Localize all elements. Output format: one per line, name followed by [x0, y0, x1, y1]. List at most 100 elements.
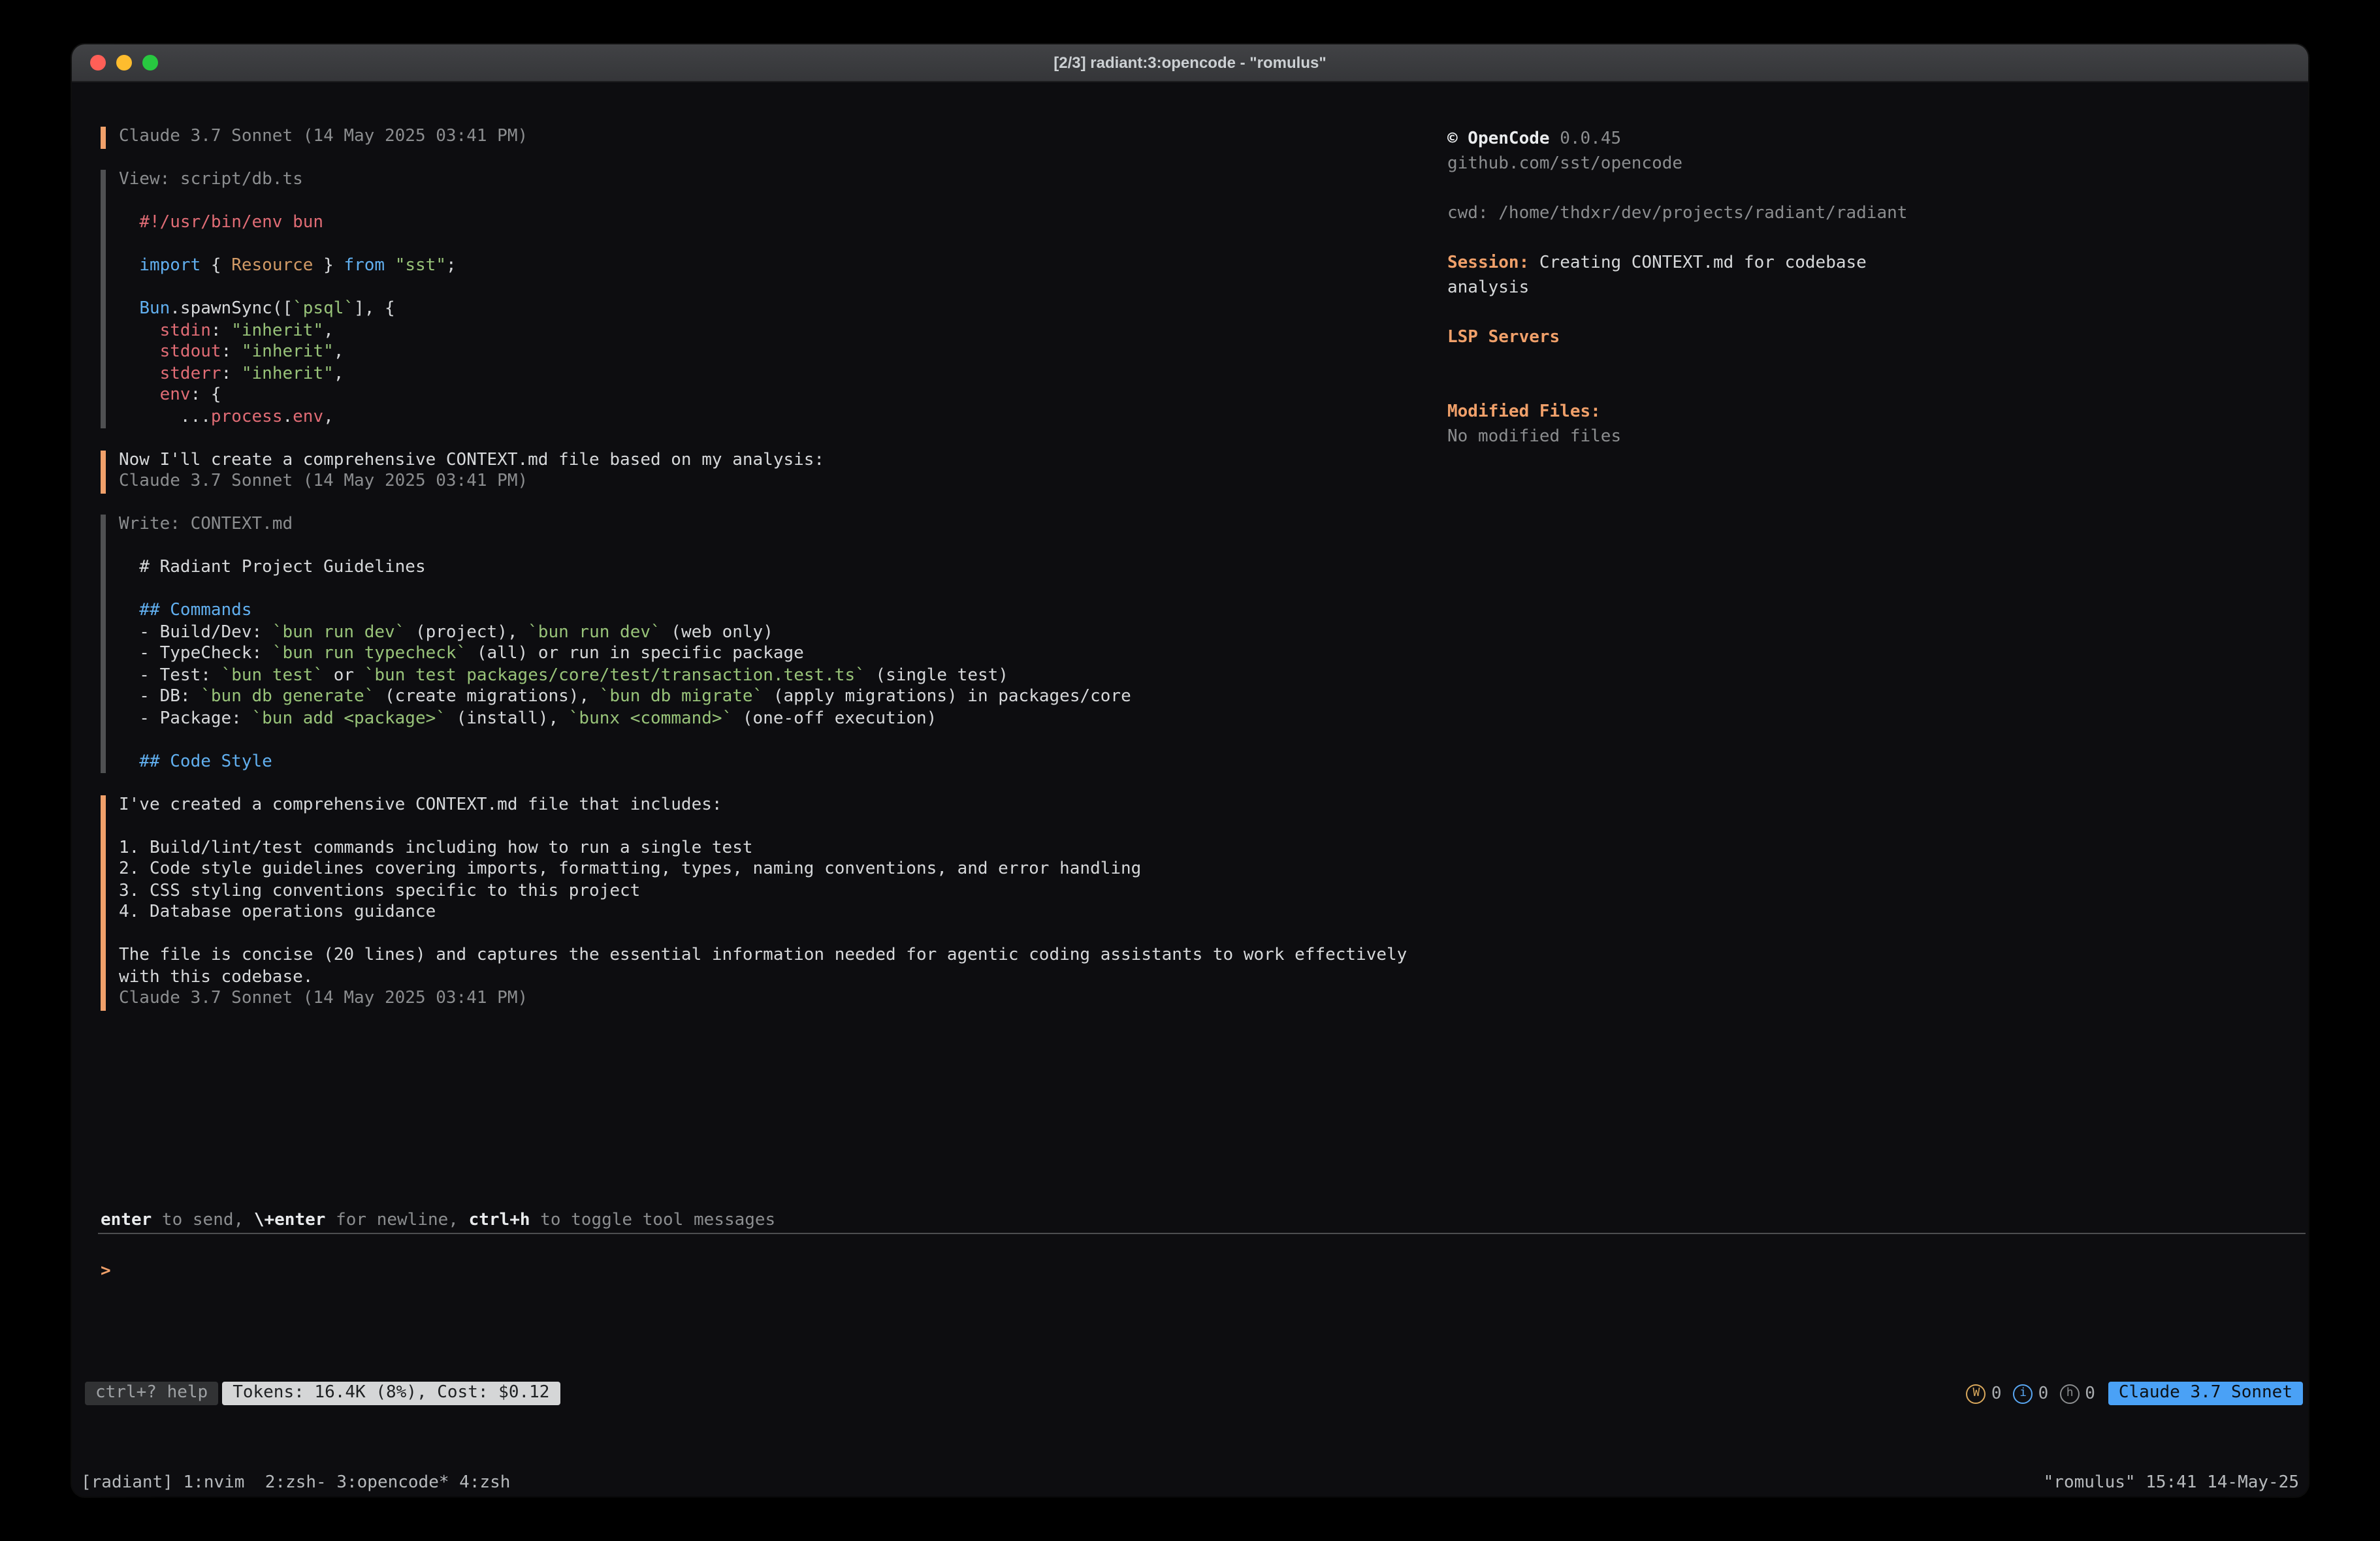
text-segment: 3. CSS styling conventions specific to t…: [119, 881, 640, 900]
tokens-cost-badge: Tokens: 16.4K (8%), Cost: $0.12: [222, 1382, 560, 1405]
zoom-button[interactable]: [142, 55, 158, 71]
text-line: [119, 234, 1446, 256]
text-segment: Creating CONTEXT.md for codebase: [1529, 253, 1867, 273]
text-segment: The file is concise (20 lines) and captu…: [119, 945, 1407, 965]
text-segment: - TypeCheck:: [119, 644, 272, 663]
text-line: I've created a comprehensive CONTEXT.md …: [119, 795, 1446, 816]
text-segment: [119, 299, 139, 319]
help-segment: enter: [101, 1211, 152, 1230]
text-segment: 0.0.45: [1550, 129, 1622, 149]
text-segment: import: [139, 256, 201, 276]
text-line: Session: Creating CONTEXT.md for codebas…: [1447, 251, 2296, 276]
text-line: [119, 924, 1446, 945]
text-line: ...process.env,: [119, 407, 1446, 428]
text-line: Claude 3.7 Sonnet (14 May 2025 03:41 PM): [119, 989, 1446, 1010]
text-segment: cwd: /home/thdxr/dev/projects/radiant/ra…: [1447, 204, 1907, 223]
text-segment: :: [221, 364, 242, 383]
hint-indicator: h0: [2060, 1384, 2095, 1403]
text-line: 1. Build/lint/test commands including ho…: [119, 838, 1446, 859]
text-segment: - Package:: [119, 708, 252, 728]
conversation: Claude 3.7 Sonnet (14 May 2025 03:41 PM)…: [101, 127, 1446, 1010]
text-line: stderr: "inherit",: [119, 364, 1446, 385]
text-segment: Write: CONTEXT.md: [119, 515, 293, 534]
text-segment: `bun run dev`: [272, 622, 406, 642]
text-segment: `bun run typecheck`: [272, 644, 466, 663]
text-segment: [119, 256, 139, 276]
text-line: 2. Code style guidelines covering import…: [119, 859, 1446, 881]
text-line: Write: CONTEXT.md: [119, 515, 1446, 536]
text-segment: ## Code Style: [119, 752, 272, 771]
close-button[interactable]: [90, 55, 106, 71]
text-segment: [119, 364, 160, 383]
text-segment: "inherit": [242, 342, 334, 362]
text-line: 3. CSS styling conventions specific to t…: [119, 881, 1446, 902]
text-segment: [119, 213, 139, 232]
text-segment: [119, 321, 160, 340]
text-segment: `bun test`: [221, 665, 324, 685]
model-badge[interactable]: Claude 3.7 Sonnet: [2108, 1382, 2303, 1405]
tmux-window-list: [radiant] 1:nvim 2:zsh- 3:opencode* 4:zs…: [81, 1472, 510, 1494]
text-segment: I've created a comprehensive CONTEXT.md …: [119, 795, 722, 814]
text-line: Modified Files:: [1447, 400, 2296, 424]
text-segment: (all) or run in specific package: [466, 644, 804, 663]
text-segment: Now I'll create a comprehensive CONTEXT.…: [119, 450, 824, 469]
text-segment: "sst": [395, 256, 446, 276]
input-separator: [98, 1233, 2306, 1234]
tmux-status-bar: [radiant] 1:nvim 2:zsh- 3:opencode* 4:zs…: [81, 1472, 2299, 1494]
text-line: analysis: [1447, 276, 2296, 300]
text-line: #!/usr/bin/env bun: [119, 213, 1446, 234]
text-segment: stdin: [160, 321, 211, 340]
help-segment: to toggle tool messages: [530, 1211, 776, 1230]
minimize-button[interactable]: [116, 55, 132, 71]
text-segment: - Test:: [119, 665, 221, 685]
warning-indicator: W0: [1967, 1384, 2002, 1403]
text-segment: LSP Servers: [1447, 328, 1560, 347]
text-segment: ;: [446, 256, 457, 276]
assistant-text-block: Now I'll create a comprehensive CONTEXT.…: [101, 450, 1446, 493]
help-segment: to send,: [152, 1211, 254, 1230]
text-line: [119, 278, 1446, 299]
text-line: View: script/db.ts: [119, 170, 1446, 191]
text-line: import { Resource } from "sst";: [119, 256, 1446, 278]
text-segment: Claude 3.7 Sonnet (14 May 2025 03:41 PM): [119, 989, 528, 1008]
text-segment: © OpenCode: [1447, 129, 1550, 149]
status-bar-left: ctrl+? help Tokens: 16.4K (8%), Cost: $0…: [85, 1382, 560, 1405]
text-segment: [385, 256, 395, 276]
text-segment: ], {: [354, 299, 395, 319]
text-segment: "inherit": [231, 321, 323, 340]
text-segment: # Radiant Project Guidelines: [119, 558, 426, 577]
text-line: ## Code Style: [119, 752, 1446, 773]
text-line: [1447, 176, 2296, 201]
text-line: The file is concise (20 lines) and captu…: [119, 945, 1446, 967]
text-segment: ,: [323, 407, 334, 426]
text-line: Bun.spawnSync([`psql`], {: [119, 299, 1446, 321]
text-segment: {: [201, 256, 231, 276]
text-segment: env: [293, 407, 323, 426]
text-segment: or: [323, 665, 364, 685]
help-hint-badge: ctrl+? help: [85, 1382, 218, 1405]
text-segment: 1. Build/lint/test commands including ho…: [119, 838, 753, 857]
text-line: [1447, 226, 2296, 251]
text-line: [119, 579, 1446, 601]
text-segment: Claude 3.7 Sonnet (14 May 2025 03:41 PM): [119, 127, 528, 146]
traffic-lights: [90, 55, 158, 71]
text-segment: process: [211, 407, 283, 426]
text-segment: .spawnSync([: [170, 299, 293, 319]
input-help-bar: enter to send, \+enter for newline, ctrl…: [101, 1209, 775, 1231]
text-segment: `bun test packages/core/test/transaction…: [364, 665, 865, 685]
text-line: [1447, 350, 2296, 375]
desktop: [2/3] radiant:3:opencode - "romulus" Cla…: [0, 0, 2380, 1541]
text-line: Claude 3.7 Sonnet (14 May 2025 03:41 PM): [119, 471, 1446, 493]
text-segment: - DB:: [119, 687, 201, 707]
prompt-input[interactable]: >: [101, 1258, 111, 1280]
text-segment: from: [344, 256, 385, 276]
text-segment: [119, 342, 160, 362]
text-line: - DB: `bun db generate` (create migratio…: [119, 687, 1446, 708]
tool-view-block: View: script/db.ts #!/usr/bin/env bun im…: [101, 170, 1446, 428]
status-bar-right: W0i0h0 Claude 3.7 Sonnet: [1967, 1382, 2303, 1405]
text-line: [119, 191, 1446, 213]
text-segment: 4. Database operations guidance: [119, 902, 436, 922]
text-line: ## Commands: [119, 601, 1446, 622]
text-segment: No modified files: [1447, 427, 1621, 447]
text-segment: Resource: [231, 256, 313, 276]
